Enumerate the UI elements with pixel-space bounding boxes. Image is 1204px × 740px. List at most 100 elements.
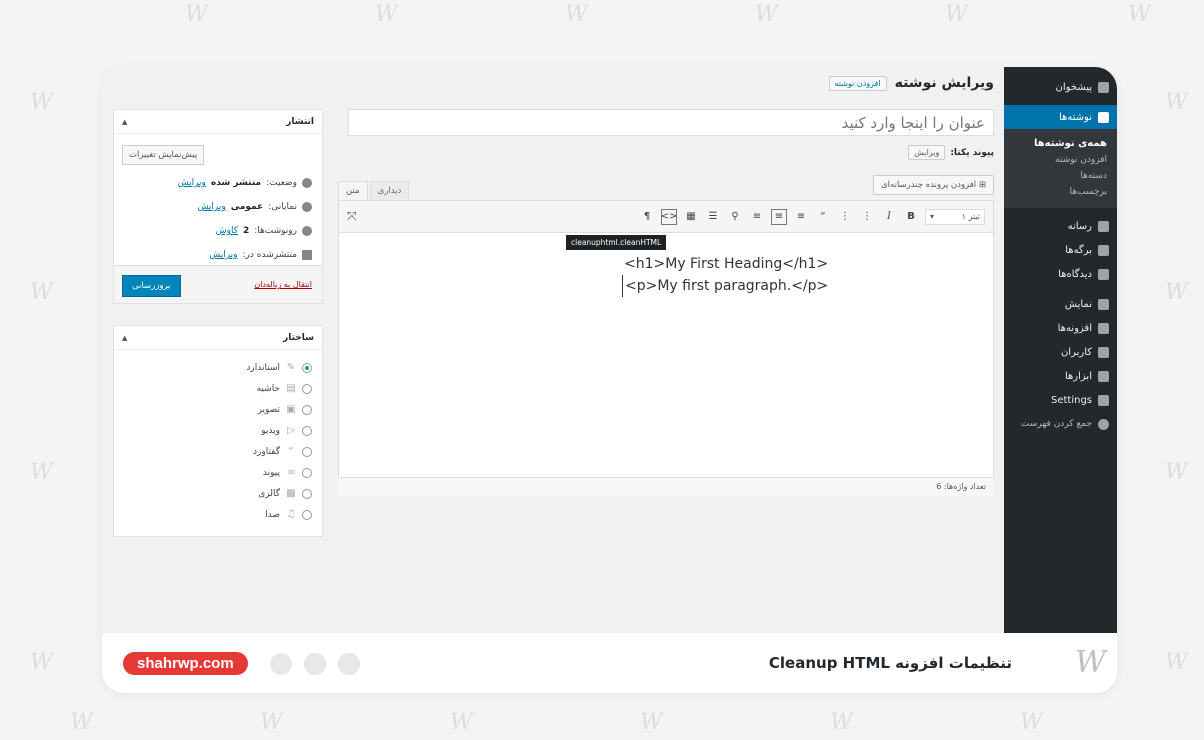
- permalink: پیوند یکتا: ویرایش: [908, 145, 994, 160]
- submenu-tags[interactable]: برچسب‌ها: [1004, 184, 1117, 200]
- wordpress-editor: پیشخوان نوشته‌ها همه‌ی نوشته‌ها افزودن ن…: [102, 67, 1117, 633]
- format-option[interactable]: ∞ پیوند: [263, 467, 312, 478]
- menu-comments[interactable]: دیدگاه‌ها: [1004, 262, 1117, 286]
- content-line-1: <h1>My First Heading</h1>: [624, 256, 829, 272]
- menu-dashboard[interactable]: پیشخوان: [1004, 75, 1117, 99]
- publish-box: انتشار ▲ پیش‌نمایش تغییرات وضعیت: منتشر ش…: [113, 109, 323, 304]
- revisions-browse-link[interactable]: کاوش: [216, 226, 238, 236]
- permalink-edit-button[interactable]: ویرایش: [908, 145, 946, 160]
- align-center-icon[interactable]: ≡: [771, 208, 787, 225]
- format-option[interactable]: ▩ گالری: [258, 488, 312, 499]
- watermark-logo: W: [30, 90, 53, 115]
- editor-toolbar: ⤧ ¶ <> ▦ ☰ ⚲ ≡ ≡ ≡ “ ⋮ ⋮ I B ▾ تیتر ۱: [339, 201, 993, 233]
- watermark-logo: W: [945, 2, 968, 27]
- revisions-row: رونوشت‌ها: 2 کاوش: [216, 226, 312, 236]
- radio[interactable]: [302, 509, 312, 520]
- watermark-logo: W: [1165, 280, 1188, 305]
- format-option[interactable]: ▤ حاشیه: [257, 383, 312, 394]
- watermark-logo: W: [1165, 650, 1188, 675]
- radio[interactable]: [302, 383, 312, 394]
- watermark-logo: W: [565, 2, 588, 27]
- toolbar-toggle-icon[interactable]: ▦: [683, 209, 699, 225]
- italic-icon[interactable]: I: [881, 209, 897, 225]
- link-icon[interactable]: ⚲: [727, 209, 743, 225]
- align-left-icon[interactable]: ≡: [793, 209, 809, 225]
- toggle-up-icon[interactable]: ▲: [122, 334, 127, 342]
- format-option[interactable]: ♫ صدا: [265, 509, 312, 520]
- menu-plugins[interactable]: افزونه‌ها: [1004, 316, 1117, 340]
- blockquote-icon[interactable]: “: [815, 209, 831, 225]
- menu-pages[interactable]: برگه‌ها: [1004, 238, 1117, 262]
- bullet-list-icon[interactable]: ⋮: [859, 209, 875, 225]
- format-option[interactable]: ▷ ویدیو: [261, 425, 312, 436]
- watermark-logo: W: [1128, 2, 1151, 27]
- toggle-up-icon[interactable]: ▲: [122, 118, 127, 126]
- media-icon: ⊞: [978, 180, 986, 190]
- update-button[interactable]: بروزرسانی: [122, 275, 181, 297]
- collapse-icon: [1098, 418, 1109, 430]
- brand-logo: W: [1075, 645, 1106, 680]
- format-box: ساختار ▲ ✎ استاندارد ▤ حاشیه ▣ تصویر ▷ ویدیو …: [113, 325, 323, 537]
- watermark-logo: W: [1165, 90, 1188, 115]
- add-new-post-button[interactable]: افزودن نوشته: [828, 75, 887, 91]
- menu-posts[interactable]: نوشته‌ها: [998, 105, 1117, 129]
- read-more-icon[interactable]: ☰: [705, 209, 721, 225]
- dashboard-icon: [1098, 81, 1109, 93]
- status-edit-link[interactable]: ویرایش: [178, 178, 206, 188]
- content-line-2: <p>My first paragraph.</p>: [622, 275, 828, 297]
- decor-dot: [338, 653, 360, 675]
- align-right-icon[interactable]: ≡: [749, 209, 765, 225]
- page-header: ویرایش نوشته افزودن نوشته: [828, 75, 994, 91]
- radio-selected[interactable]: [302, 362, 312, 373]
- add-media-button[interactable]: ⊞ افزودن پرونده چندرسانه‌ای: [873, 175, 994, 195]
- settings-icon: [1098, 394, 1109, 406]
- numbered-list-icon[interactable]: ⋮: [837, 209, 853, 225]
- fullscreen-icon[interactable]: ⤧: [347, 209, 367, 224]
- bold-icon[interactable]: B: [903, 209, 919, 225]
- brush-icon: [1098, 298, 1109, 310]
- footer-banner: shahrwp.com تنظیمات افزونه Cleanup HTML …: [102, 633, 1117, 693]
- radio[interactable]: [302, 488, 312, 499]
- submenu-add-post[interactable]: افزودن نوشته: [1004, 152, 1117, 168]
- format-option[interactable]: ▣ تصویر: [258, 404, 312, 415]
- post-title-input[interactable]: [348, 109, 994, 136]
- menu-settings[interactable]: Settings: [1004, 388, 1117, 412]
- tab-visual[interactable]: دیداری: [369, 181, 410, 200]
- format-option[interactable]: “گفتاورد: [253, 446, 312, 457]
- format-option[interactable]: ✎ استاندارد: [246, 362, 312, 373]
- radio[interactable]: [302, 404, 312, 415]
- paragraph-icon[interactable]: ¶: [639, 209, 655, 225]
- link-icon: ∞: [286, 467, 296, 478]
- user-icon: [1098, 346, 1109, 358]
- preview-changes-button[interactable]: پیش‌نمایش تغییرات: [122, 145, 205, 165]
- posts-submenu: همه‌ی نوشته‌ها افزودن نوشته دسته‌ها برچس…: [1004, 129, 1117, 208]
- radio[interactable]: [302, 467, 312, 478]
- menu-media[interactable]: رسانه: [1004, 214, 1117, 238]
- tab-text[interactable]: متن: [338, 181, 368, 200]
- published-edit-link[interactable]: ویرایش: [209, 250, 237, 260]
- aside-icon: ▤: [286, 383, 296, 394]
- submenu-categories[interactable]: دسته‌ها: [1004, 168, 1117, 184]
- cleanup-html-icon[interactable]: <>: [661, 208, 677, 225]
- menu-tools[interactable]: ابزارها: [1004, 364, 1117, 388]
- publish-actions: انتقال به زباله‌دان بروزرسانی: [114, 265, 322, 303]
- radio[interactable]: [302, 425, 312, 436]
- menu-users[interactable]: کاربران: [1004, 340, 1117, 364]
- editor-content[interactable]: <h1>My First Heading</h1> <p>My first pa…: [622, 253, 828, 297]
- word-count: تعداد واژه‌ها: 6: [338, 477, 994, 496]
- menu-appearance[interactable]: نمایش: [1004, 292, 1117, 316]
- visibility-edit-link[interactable]: ویرایش: [197, 202, 225, 212]
- menu-collapse[interactable]: جمع کردن فهرست: [1004, 412, 1117, 436]
- radio[interactable]: [302, 446, 312, 457]
- move-to-trash-link[interactable]: انتقال به زباله‌دان: [254, 280, 312, 289]
- watermark-logo: W: [450, 710, 473, 735]
- screenshot-card: پیشخوان نوشته‌ها همه‌ی نوشته‌ها افزودن ن…: [102, 67, 1117, 693]
- visibility-row: نمایانی: عمومی ویرایش: [197, 202, 312, 212]
- watermark-logo: W: [260, 710, 283, 735]
- gallery-icon: ▩: [286, 488, 296, 499]
- comment-icon: [1098, 268, 1109, 280]
- site-badge: shahrwp.com: [123, 652, 248, 675]
- format-select[interactable]: ▾ تیتر ۱: [925, 208, 985, 225]
- submenu-all-posts[interactable]: همه‌ی نوشته‌ها: [1004, 135, 1117, 152]
- page-title: ویرایش نوشته: [894, 75, 994, 91]
